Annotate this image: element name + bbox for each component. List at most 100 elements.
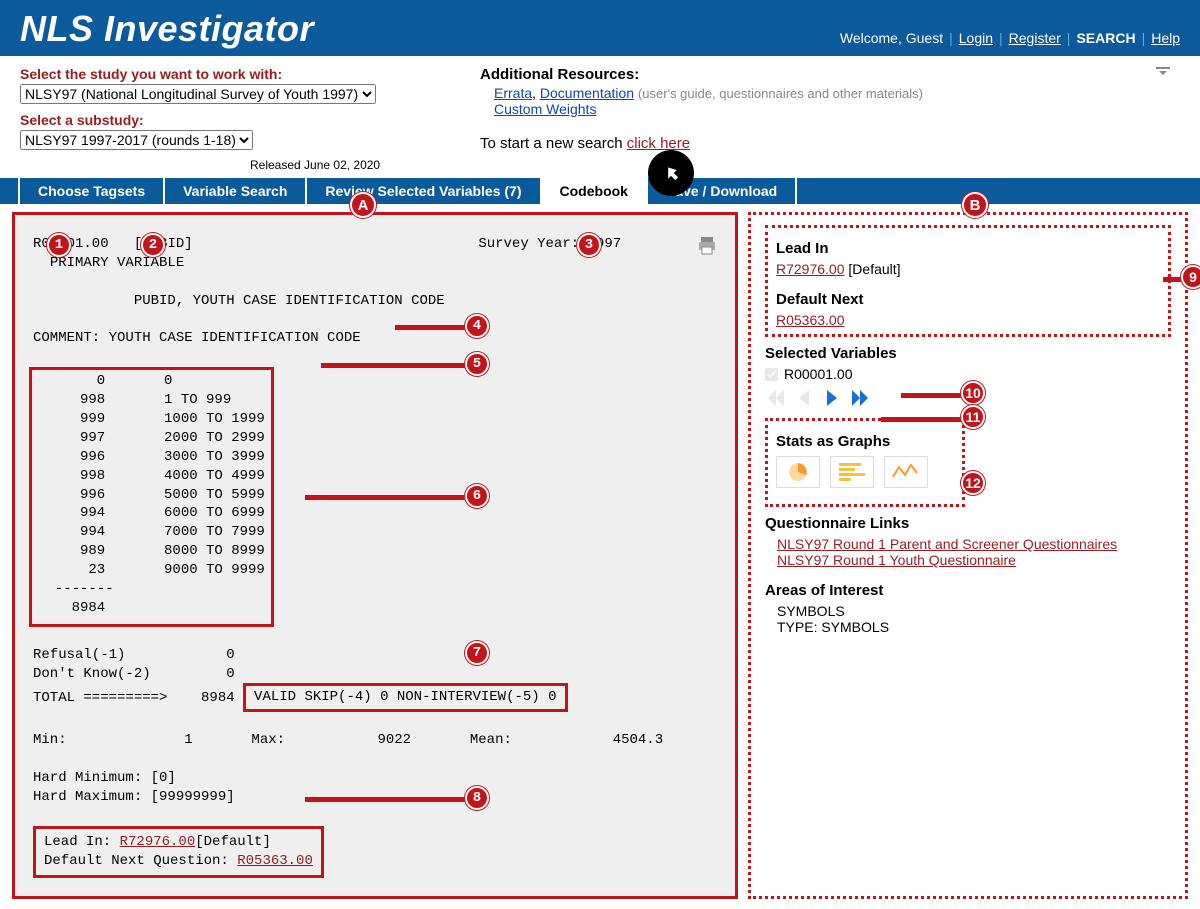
login-link[interactable]: Login [959,30,993,46]
resources: Additional Resources: Errata, Documentat… [480,66,1180,172]
sidebar-leadin-link[interactable]: R72976.00 [776,261,845,277]
qlink-1[interactable]: NLSY97 Round 1 Parent and Screener Quest… [777,536,1117,552]
callout-8: 8 [465,786,489,810]
pie-chart-icon[interactable] [776,456,820,488]
custom-weights-link[interactable]: Custom Weights [494,101,596,117]
doc-note: (user's guide, questionnaires and other … [638,86,923,101]
comma: , [532,85,540,101]
app-title: NLS Investigator [20,8,314,50]
qlink-2[interactable]: NLSY97 Round 1 Youth Questionnaire [777,552,1016,568]
leadin-link[interactable]: R72976.00 [120,834,196,850]
stats-icons [776,456,954,488]
selvar-checkbox[interactable] [765,368,778,381]
tab-variable-search[interactable]: Variable Search [165,178,307,204]
separator: | [949,30,953,46]
errata-link[interactable]: Errata [494,85,532,101]
newsearch-link[interactable]: click here [627,135,690,152]
line-chart-icon[interactable] [884,456,928,488]
callout-A: A [350,192,376,218]
leadnext-box: Lead In: R72976.00[Default] Default Next… [33,826,324,878]
callout-11: 11 [961,405,985,429]
primary-text: PRIMARY VARIABLE [50,255,184,271]
search-link[interactable]: SEARCH [1076,30,1135,46]
connector-5 [321,363,467,368]
register-link[interactable]: Register [1009,30,1061,46]
refusal-line: Refusal(-1) 0 [33,646,717,665]
welcome-text: Welcome, Guest [840,30,943,46]
freq-box: 0 0 998 1 TO 999 999 1000 TO 1999 997 20… [29,367,274,627]
leadin-post: [Default] [195,834,271,850]
defnext-link[interactable]: R05363.00 [237,853,313,869]
blank5 [33,712,717,731]
connector-6 [305,495,467,500]
leadin-line: Lead In: R72976.00[Default] [44,833,313,852]
selvar-item: R00001.00 [784,366,853,382]
codebook-line1: R00001.00 [PUBID] Survey Year: 1997 [33,235,717,254]
callout-12: 12 [961,471,985,495]
title-line: PUBID, YOUTH CASE IDENTIFICATION CODE [33,292,717,311]
connector-8 [305,797,467,802]
stats-line: Min: 1 Max: 9022 Mean: 4504.3 [33,731,717,750]
connector-4 [395,325,467,330]
blank2 [33,311,717,330]
callout-6: 6 [465,484,489,508]
defnext-line: Default Next Question: R05363.00 [44,852,313,871]
defnext-heading: Default Next [776,291,1160,308]
dontknow-line: Don't Know(-2) 0 [33,665,717,684]
tab-codebook[interactable]: Codebook [542,178,648,204]
leadin-pre: Lead In: [44,834,120,850]
sidebar-panel: Lead In R72976.00 [Default] Default Next… [748,212,1188,899]
tabs: Choose Tagsets Variable Search Review Se… [0,178,1200,204]
callout-B: B [962,192,988,218]
freq-div: ------- [38,580,265,599]
new-search: To start a new search click here [480,135,1180,152]
connector-10 [901,393,963,398]
separator: | [999,30,1003,46]
selvars-heading: Selected Variables [765,345,1171,362]
header-nav: Welcome, Guest | Login | Register | SEAR… [840,30,1180,50]
sidebar-defnext-link[interactable]: R05363.00 [776,312,845,328]
arrow-last-icon[interactable] [849,388,871,408]
arrow-first-icon[interactable] [765,388,787,408]
arrow-next-icon[interactable] [821,388,843,408]
substudy-select[interactable]: NLSY97 1997-2017 (rounds 1-18) [20,130,253,150]
documentation-link[interactable]: Documentation [540,85,634,101]
arrow-prev-icon[interactable] [793,388,815,408]
callout-5: 5 [465,352,489,376]
bar-chart-icon[interactable] [830,456,874,488]
connector-11 [881,417,963,422]
callout-9: 9 [1181,265,1200,289]
aoi-2: TYPE: SYMBOLS [777,619,1171,635]
substudy-label: Select a substudy: [20,112,440,128]
title-text: PUBID, YOUTH CASE IDENTIFICATION CODE [134,293,445,309]
released-text: Released June 02, 2020 [250,158,440,172]
selected-variable-row: R00001.00 [765,366,1171,382]
aoi-heading: Areas of Interest [765,582,1171,599]
comment-line: COMMENT: YOUTH CASE IDENTIFICATION CODE [33,329,717,348]
blank1 [33,273,717,292]
leadin-heading: Lead In [776,240,1160,257]
help-link[interactable]: Help [1151,30,1180,46]
callout-7: 7 [465,641,489,665]
callout-10: 10 [961,381,985,405]
defnext-pre: Default Next Question: [44,853,237,869]
freq-table: 0 0 998 1 TO 999 999 1000 TO 1999 997 20… [38,372,265,580]
selectors-row: Select the study you want to work with: … [0,56,1200,178]
collapse-icon[interactable] [1156,62,1170,70]
stats-group: Stats as Graphs [765,418,965,507]
print-icon[interactable] [697,237,717,262]
tab-review-selected[interactable]: Review Selected Variables (7) [307,178,541,204]
sidebar-leadin-suffix: [Default] [845,261,901,277]
study-label: Select the study you want to work with: [20,66,440,82]
tab-choose-tagsets[interactable]: Choose Tagsets [18,178,165,204]
study-select[interactable]: NLSY97 (National Longitudinal Survey of … [20,84,376,104]
callout-2: 2 [141,233,165,257]
pointer-circle-icon [648,150,694,196]
blank6 [33,750,717,769]
callout-3: 3 [577,233,601,257]
blank4 [33,627,717,646]
resources-title: Additional Resources: [480,66,1180,83]
qlinks-heading: Questionnaire Links [765,515,1171,532]
freq-total: 8984 [38,599,265,618]
callout-4: 4 [465,314,489,338]
